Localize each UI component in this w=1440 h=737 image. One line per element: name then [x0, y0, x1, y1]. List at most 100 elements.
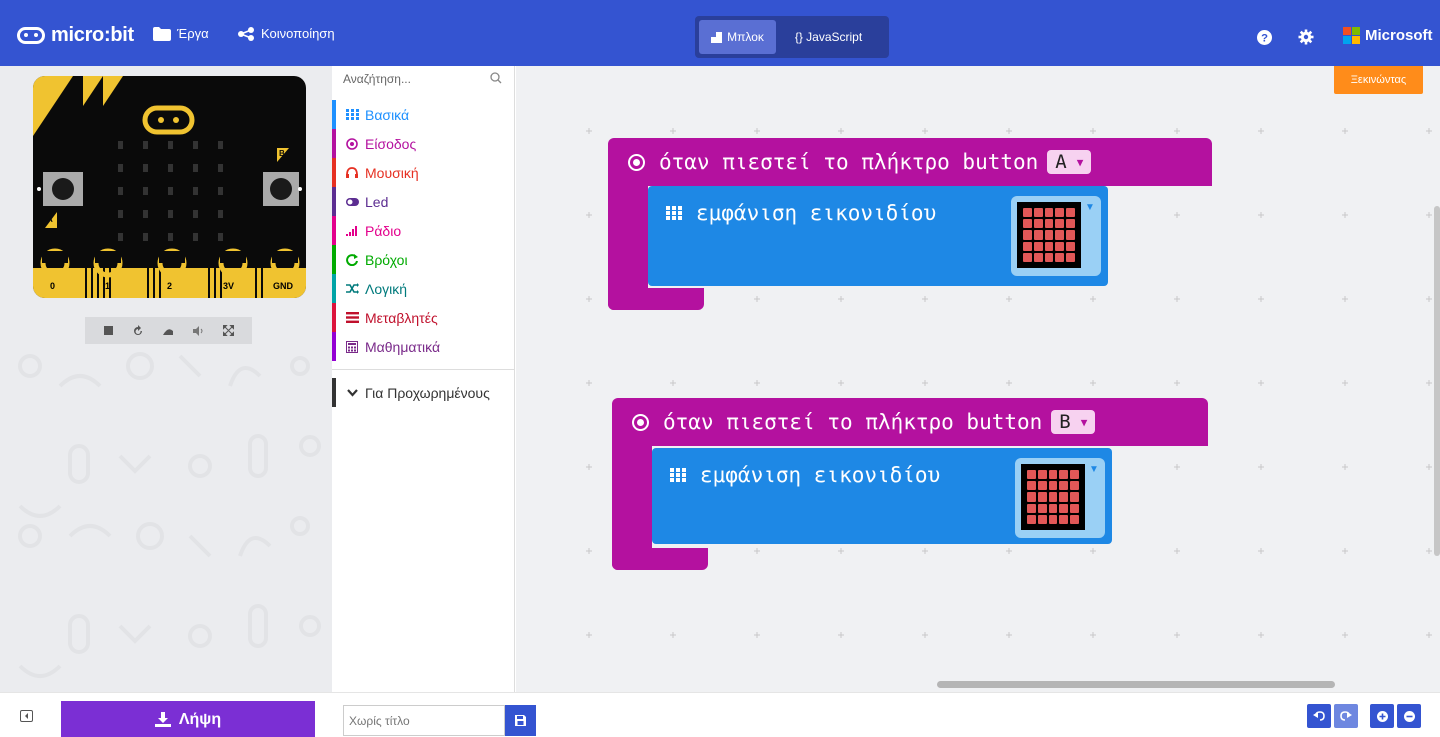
microsoft-logo-icon — [1343, 27, 1360, 44]
zoom-in-button[interactable] — [1370, 704, 1394, 728]
icon-picker-a[interactable]: ▼ — [1011, 196, 1101, 276]
project-name-input[interactable] — [343, 705, 505, 736]
signal-icon — [345, 225, 359, 236]
microbit-face-logo — [142, 105, 195, 135]
slowmo-button[interactable] — [161, 324, 175, 338]
share-icon — [238, 26, 254, 41]
toggle-icon — [345, 197, 359, 206]
toolbox-led[interactable]: Led — [332, 187, 515, 216]
dropdown-arrow-icon: ▼ — [1080, 415, 1088, 429]
toolbox-input[interactable]: Είσοδος — [332, 129, 515, 158]
pin-2-label: 2 — [167, 281, 173, 291]
shuffle-icon — [345, 283, 359, 294]
toolbox-variables[interactable]: Μεταβλητές — [332, 303, 515, 332]
redo-button[interactable] — [1334, 704, 1358, 728]
button-b[interactable] — [263, 172, 299, 206]
toolbox-led-label: Led — [365, 193, 389, 210]
target-icon — [632, 413, 649, 431]
show-icon-header: εμφάνιση εικονιδίου — [666, 201, 936, 225]
snail-icon — [163, 328, 174, 335]
toolbox-math[interactable]: Μαθηματικά — [332, 332, 515, 361]
refresh-icon — [345, 253, 359, 266]
zoom-out-button[interactable] — [1397, 704, 1421, 728]
button-b-dropdown[interactable]: B ▼ — [1051, 410, 1096, 434]
block-toolbox: Αναζήτηση... Βασικά Είσοδος Μουσική Led … — [332, 66, 515, 692]
icon-picker-b[interactable]: ▼ — [1015, 458, 1105, 538]
stop-simulator-button[interactable] — [101, 324, 115, 338]
category-color-bar — [332, 303, 336, 332]
microbit-logo-icon — [17, 27, 45, 44]
button-a-dropdown[interactable]: A ▼ — [1047, 150, 1092, 174]
save-project-button[interactable] — [505, 705, 536, 736]
projects-button[interactable]: Έργα — [153, 26, 209, 41]
target-icon — [628, 153, 645, 171]
show-icon-block-b[interactable]: εμφάνιση εικονιδίου ▼ — [652, 448, 1112, 544]
collapse-simulator-button[interactable] — [20, 710, 33, 722]
editor-controls — [1307, 704, 1421, 728]
share-label: Κοινοποίηση — [261, 26, 335, 41]
category-color-bar — [332, 274, 336, 303]
vertical-scrollbar[interactable] — [1434, 206, 1440, 556]
getting-started-button[interactable]: Ξεκινώντας — [1334, 66, 1423, 94]
pin-3v-label: 3V — [223, 281, 235, 291]
toolbox-variables-label: Μεταβλητές — [365, 309, 438, 326]
blocks-tab[interactable]: Μπλοκ — [699, 20, 776, 54]
toolbox-logic[interactable]: Λογική — [332, 274, 515, 303]
toolbox-search-input[interactable]: Αναζήτηση... — [332, 66, 515, 92]
toolbox-advanced[interactable]: Για Προχωρημένους — [332, 378, 515, 407]
download-icon — [154, 712, 171, 727]
settings-button[interactable] — [1298, 29, 1314, 45]
microbit-logo[interactable]: micro:bit — [17, 24, 134, 47]
download-button[interactable]: Λήψη — [61, 701, 315, 737]
target-icon — [345, 137, 359, 150]
toolbox-advanced-label: Για Προχωρημένους — [365, 384, 490, 401]
share-button[interactable]: Κοινοποίηση — [237, 26, 335, 41]
blocks-workspace[interactable]: Ξεκινώντας όταν πιεστεί το πλήκτρο butto… — [516, 66, 1440, 692]
grid-icon — [670, 468, 686, 482]
mute-button[interactable] — [192, 324, 206, 338]
toolbox-radio[interactable]: Ράδιο — [332, 216, 515, 245]
event-label: όταν πιεστεί το πλήκτρο button — [659, 150, 1039, 174]
restart-icon — [134, 324, 143, 335]
category-color-bar — [332, 129, 336, 158]
help-button[interactable]: ? — [1256, 29, 1272, 45]
list-icon — [345, 312, 359, 323]
horizontal-scrollbar[interactable] — [937, 681, 1335, 688]
chevron-down-icon — [345, 388, 359, 397]
category-color-bar — [332, 100, 336, 129]
simulator-controls — [85, 317, 252, 344]
redo-icon — [1340, 711, 1352, 721]
svg-text:?: ? — [1261, 32, 1268, 44]
help-icon: ? — [1256, 29, 1272, 45]
category-color-bar — [332, 187, 336, 216]
event-header: όταν πιεστεί το πλήκτρο button A ▼ — [608, 138, 1092, 186]
microsoft-logo[interactable]: Microsoft — [1343, 27, 1433, 44]
show-icon-block-a[interactable]: εμφάνιση εικονιδίου ▼ — [648, 186, 1108, 286]
pin-0-label: 0 — [50, 281, 56, 291]
button-a[interactable] — [43, 172, 83, 206]
category-color-bar — [332, 245, 336, 274]
headphones-icon — [345, 167, 359, 178]
microbit-simulator-board: 0 1 2 3V GND A B — [33, 76, 306, 298]
on-button-b-pressed-block[interactable]: όταν πιεστεί το πλήκτρο button B ▼ — [612, 398, 1208, 446]
button-b-label: B — [279, 149, 285, 158]
undo-icon — [1313, 711, 1325, 721]
javascript-tab[interactable]: {} JavaScript — [776, 20, 881, 54]
toolbox-divider — [332, 369, 515, 370]
fullscreen-button[interactable] — [222, 324, 236, 338]
zoom-out-icon — [1403, 710, 1415, 722]
category-color-bar — [332, 332, 336, 361]
bottom-toolbar: Λήψη — [0, 692, 1440, 737]
toolbox-basic[interactable]: Βασικά — [332, 100, 515, 129]
toolbox-basic-label: Βασικά — [365, 106, 410, 123]
restart-simulator-button[interactable] — [131, 324, 145, 338]
toolbox-music[interactable]: Μουσική — [332, 158, 515, 187]
editor-mode-toggle: Μπλοκ {} JavaScript — [695, 16, 889, 58]
on-button-a-pressed-block[interactable]: όταν πιεστεί το πλήκτρο button A ▼ — [608, 138, 1212, 186]
pin-gnd-label: GND — [273, 281, 293, 291]
toolbox-loops[interactable]: Βρόχοι — [332, 245, 515, 274]
undo-button[interactable] — [1307, 704, 1331, 728]
folder-icon — [153, 26, 171, 41]
getting-started-label: Ξεκινώντας — [1350, 74, 1407, 86]
category-color-bar — [332, 378, 336, 407]
